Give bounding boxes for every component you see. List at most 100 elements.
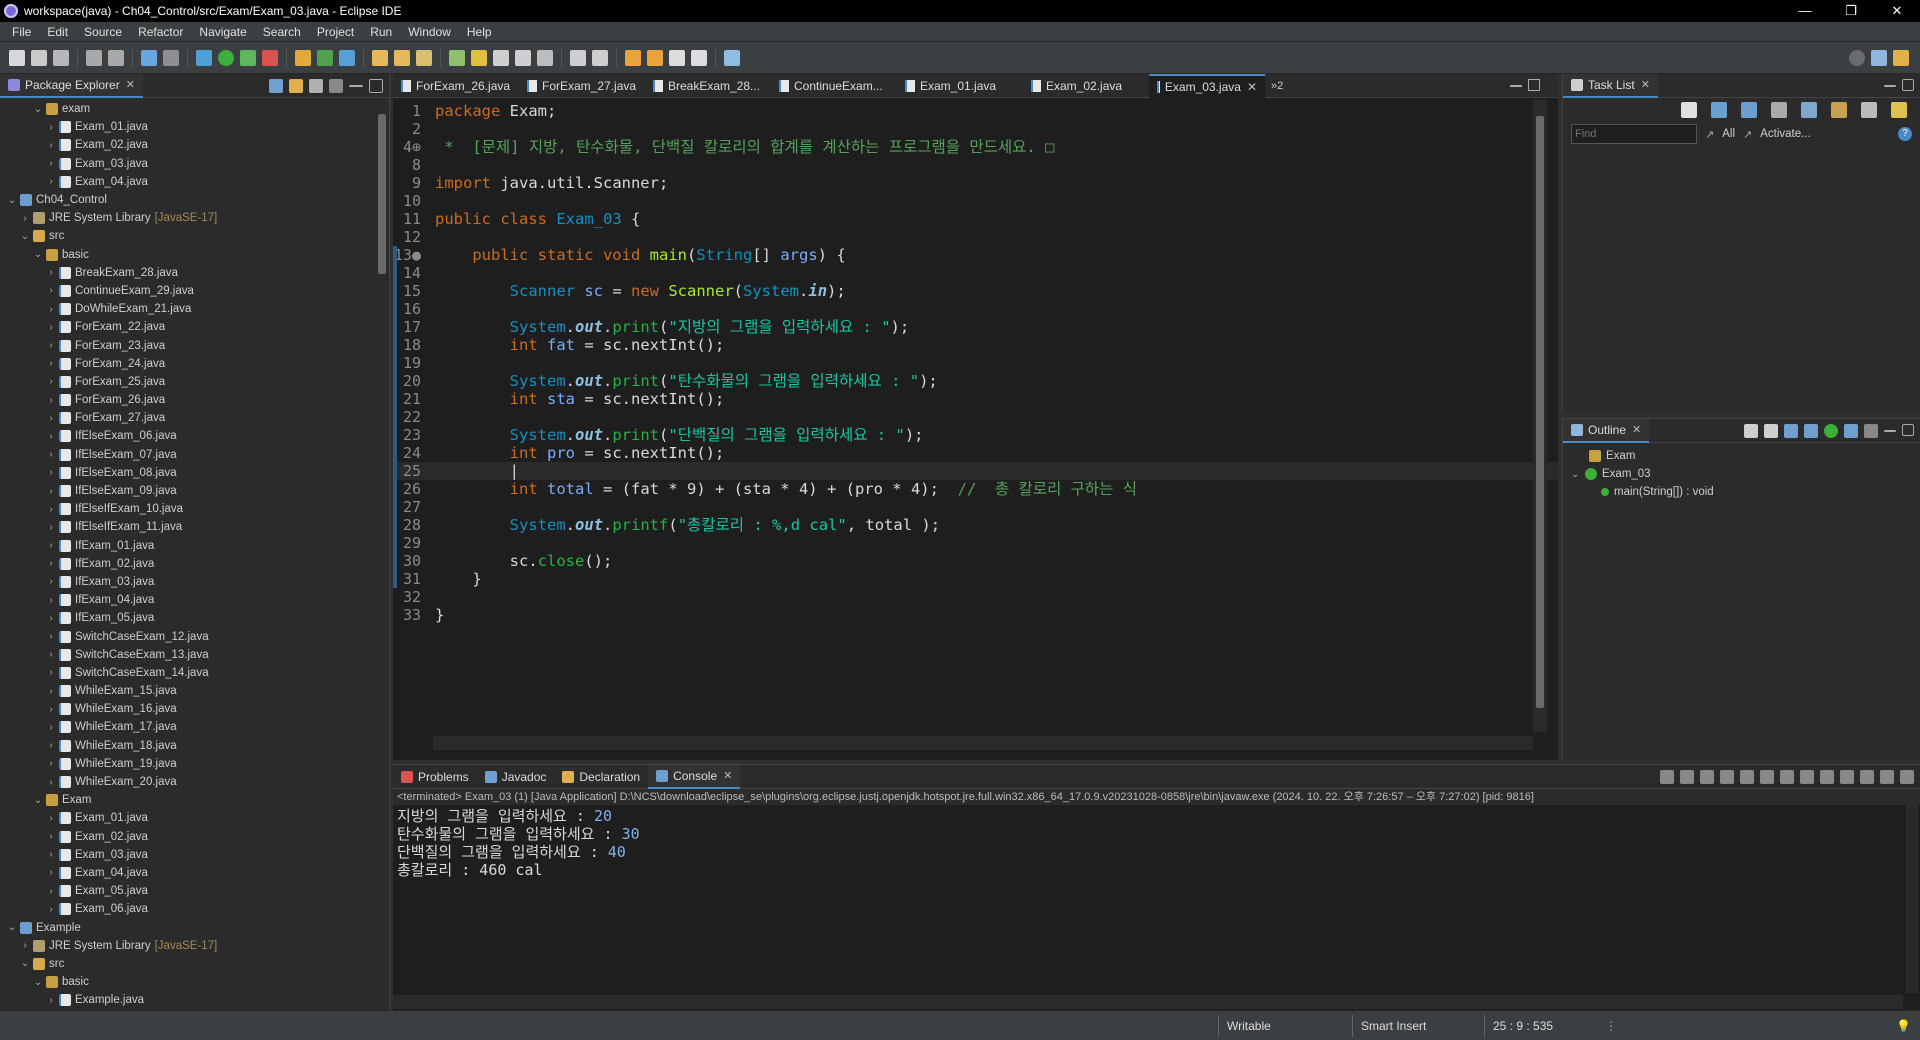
tree-item[interactable]: ⌄ src bbox=[0, 227, 389, 245]
hide-fields-icon[interactable] bbox=[1784, 424, 1798, 438]
coverage-icon[interactable] bbox=[240, 49, 256, 66]
chevron-right-icon[interactable]: › bbox=[45, 267, 57, 278]
chevron-right-icon[interactable]: › bbox=[45, 540, 57, 551]
tree-item[interactable]: › ForExam_26.java bbox=[0, 391, 389, 409]
external-tools-icon[interactable] bbox=[262, 49, 278, 66]
sync-icon[interactable] bbox=[1771, 102, 1787, 118]
collapse-all-icon[interactable] bbox=[269, 79, 283, 93]
menu-run[interactable]: Run bbox=[362, 25, 400, 39]
code-line[interactable]: 31 } bbox=[393, 570, 1558, 588]
minimize-editor-icon[interactable] bbox=[1510, 85, 1522, 87]
code-line[interactable]: 27 bbox=[393, 498, 1558, 516]
tree-item[interactable]: › WhileExam_15.java bbox=[0, 682, 389, 700]
hide-local-types-icon[interactable] bbox=[1844, 424, 1858, 438]
tree-item[interactable]: › Exam_01.java bbox=[0, 118, 389, 136]
collapse-icon[interactable] bbox=[1861, 102, 1877, 118]
chevron-down-icon[interactable]: ⌄ bbox=[32, 795, 44, 806]
code-line[interactable]: 8 bbox=[393, 156, 1558, 174]
chevron-down-icon[interactable]: ⌄ bbox=[6, 195, 18, 206]
editor-horizontal-scrollbar[interactable] bbox=[433, 736, 1533, 750]
view-menu-icon[interactable] bbox=[1860, 770, 1874, 784]
menu-search[interactable]: Search bbox=[255, 25, 309, 39]
tab-problems[interactable]: Problems bbox=[393, 765, 477, 789]
code-line[interactable]: 20 System. out. print("탄수화물의 그램을 입력하세요 : "… bbox=[393, 372, 1558, 390]
code-line[interactable]: 33} bbox=[393, 606, 1558, 624]
menu-file[interactable]: File bbox=[4, 25, 39, 39]
menu-edit[interactable]: Edit bbox=[39, 25, 76, 39]
tree-item[interactable]: › WhileExam_17.java bbox=[0, 718, 389, 736]
chevron-right-icon[interactable]: › bbox=[45, 304, 57, 315]
close-window-button[interactable]: ✕ bbox=[1874, 0, 1920, 22]
chevron-down-icon[interactable]: ⌄ bbox=[19, 231, 31, 242]
code-line[interactable]: 30 sc. close (); bbox=[393, 552, 1558, 570]
chevron-right-icon[interactable]: › bbox=[45, 158, 57, 169]
terminal-icon[interactable] bbox=[141, 49, 157, 66]
editor-tab[interactable]: Exam_01.java bbox=[897, 74, 1023, 98]
code-line[interactable]: 11 public class Exam_03 { bbox=[393, 210, 1558, 228]
help-icon[interactable]: ? bbox=[1898, 127, 1912, 141]
chevron-right-icon[interactable]: › bbox=[45, 886, 57, 897]
close-icon[interactable]: ✕ bbox=[723, 769, 732, 782]
minimize-view-icon[interactable] bbox=[1880, 770, 1894, 784]
tree-item[interactable]: › Exam_02.java bbox=[0, 828, 389, 846]
search-icon[interactable] bbox=[416, 49, 432, 66]
minimize-view-icon[interactable] bbox=[1884, 430, 1896, 432]
menu-navigate[interactable]: Navigate bbox=[191, 25, 254, 39]
scroll-lock-icon[interactable] bbox=[1720, 770, 1734, 784]
chevron-right-icon[interactable]: › bbox=[45, 467, 57, 478]
tree-item[interactable]: › Exam_05.java bbox=[0, 882, 389, 900]
chevron-right-icon[interactable]: › bbox=[45, 740, 57, 751]
tree-item[interactable]: › IfElseExam_06.java bbox=[0, 427, 389, 445]
tree-item[interactable]: › SwitchCaseExam_13.java bbox=[0, 646, 389, 664]
code-line[interactable]: 14 bbox=[393, 264, 1558, 282]
chevron-right-icon[interactable]: › bbox=[45, 867, 57, 878]
editor-tab[interactable]: ForExam_27.java bbox=[519, 74, 645, 98]
new-package-icon[interactable] bbox=[317, 49, 333, 66]
chevron-right-icon[interactable]: › bbox=[45, 431, 57, 442]
tab-package-explorer[interactable]: Package Explorer ✕ bbox=[0, 73, 143, 98]
package-explorer-scrollbar[interactable] bbox=[376, 100, 388, 1008]
maximize-view-icon[interactable] bbox=[1902, 79, 1914, 91]
close-icon[interactable]: ✕ bbox=[126, 78, 135, 91]
tab-task-list[interactable]: Task List ✕ bbox=[1563, 73, 1658, 98]
code-line[interactable]: 17 System. out. print("지방의 그램을 입력하세요 : "); bbox=[393, 318, 1558, 336]
sort-icon[interactable] bbox=[1764, 424, 1778, 438]
word-wrap-icon[interactable] bbox=[1740, 770, 1754, 784]
prev-annotation-icon[interactable] bbox=[592, 49, 608, 66]
tree-item[interactable]: ⌄ exam bbox=[0, 100, 389, 118]
tree-item[interactable]: › ContinueExam_29.java bbox=[0, 282, 389, 300]
new-class-icon[interactable] bbox=[339, 49, 355, 66]
tree-item[interactable]: › SwitchCaseExam_12.java bbox=[0, 627, 389, 645]
pin-console-icon[interactable] bbox=[1800, 770, 1814, 784]
chevron-right-icon[interactable]: › bbox=[45, 504, 57, 515]
block-selection-icon[interactable] bbox=[515, 49, 531, 66]
chevron-right-icon[interactable]: › bbox=[45, 449, 57, 460]
editor-tab[interactable]: BreakExam_28... bbox=[645, 74, 771, 98]
code-line[interactable]: 23 System. out. print("단백질의 그램을 입력하세요 : ")… bbox=[393, 426, 1558, 444]
code-line[interactable]: 1 package Exam; bbox=[393, 102, 1558, 120]
remove-all-icon[interactable] bbox=[1700, 770, 1714, 784]
tree-item[interactable]: › WhileExam_20.java bbox=[0, 773, 389, 791]
filter-icon[interactable] bbox=[309, 79, 323, 93]
hide-completed-icon[interactable] bbox=[1801, 102, 1817, 118]
console-horizontal-scrollbar[interactable] bbox=[393, 995, 1903, 1009]
tree-item[interactable]: › Exam_04.java bbox=[0, 864, 389, 882]
minimize-view-icon[interactable] bbox=[349, 85, 363, 87]
tree-item[interactable]: › IfElseExam_07.java bbox=[0, 446, 389, 464]
maximize-view-icon[interactable] bbox=[1900, 770, 1914, 784]
tree-item[interactable]: › IfExam_01.java bbox=[0, 537, 389, 555]
nav-back-icon[interactable] bbox=[669, 49, 685, 66]
tab-console[interactable]: Console ✕ bbox=[648, 764, 741, 789]
chevron-right-icon[interactable]: › bbox=[45, 613, 57, 624]
toggle-highlight-icon[interactable] bbox=[471, 49, 487, 66]
tree-item[interactable]: › IfExam_03.java bbox=[0, 573, 389, 591]
hide-nonpublic-icon[interactable] bbox=[1824, 424, 1838, 438]
tree-item[interactable]: › IfElseExam_09.java bbox=[0, 482, 389, 500]
chevron-down-icon[interactable]: ⌄ bbox=[1571, 469, 1585, 480]
menu-refactor[interactable]: Refactor bbox=[130, 25, 191, 39]
code-editor[interactable]: 1 package Exam; 2 4⊕ * [문제] 지방, 탄수화물, 단백질 칼… bbox=[393, 98, 1558, 726]
forward-icon[interactable] bbox=[647, 49, 663, 66]
outline-item[interactable]: ⌄ Exam_03 bbox=[1571, 465, 1920, 483]
chevron-right-icon[interactable]: › bbox=[45, 904, 57, 915]
categorize-icon[interactable] bbox=[1711, 102, 1727, 118]
